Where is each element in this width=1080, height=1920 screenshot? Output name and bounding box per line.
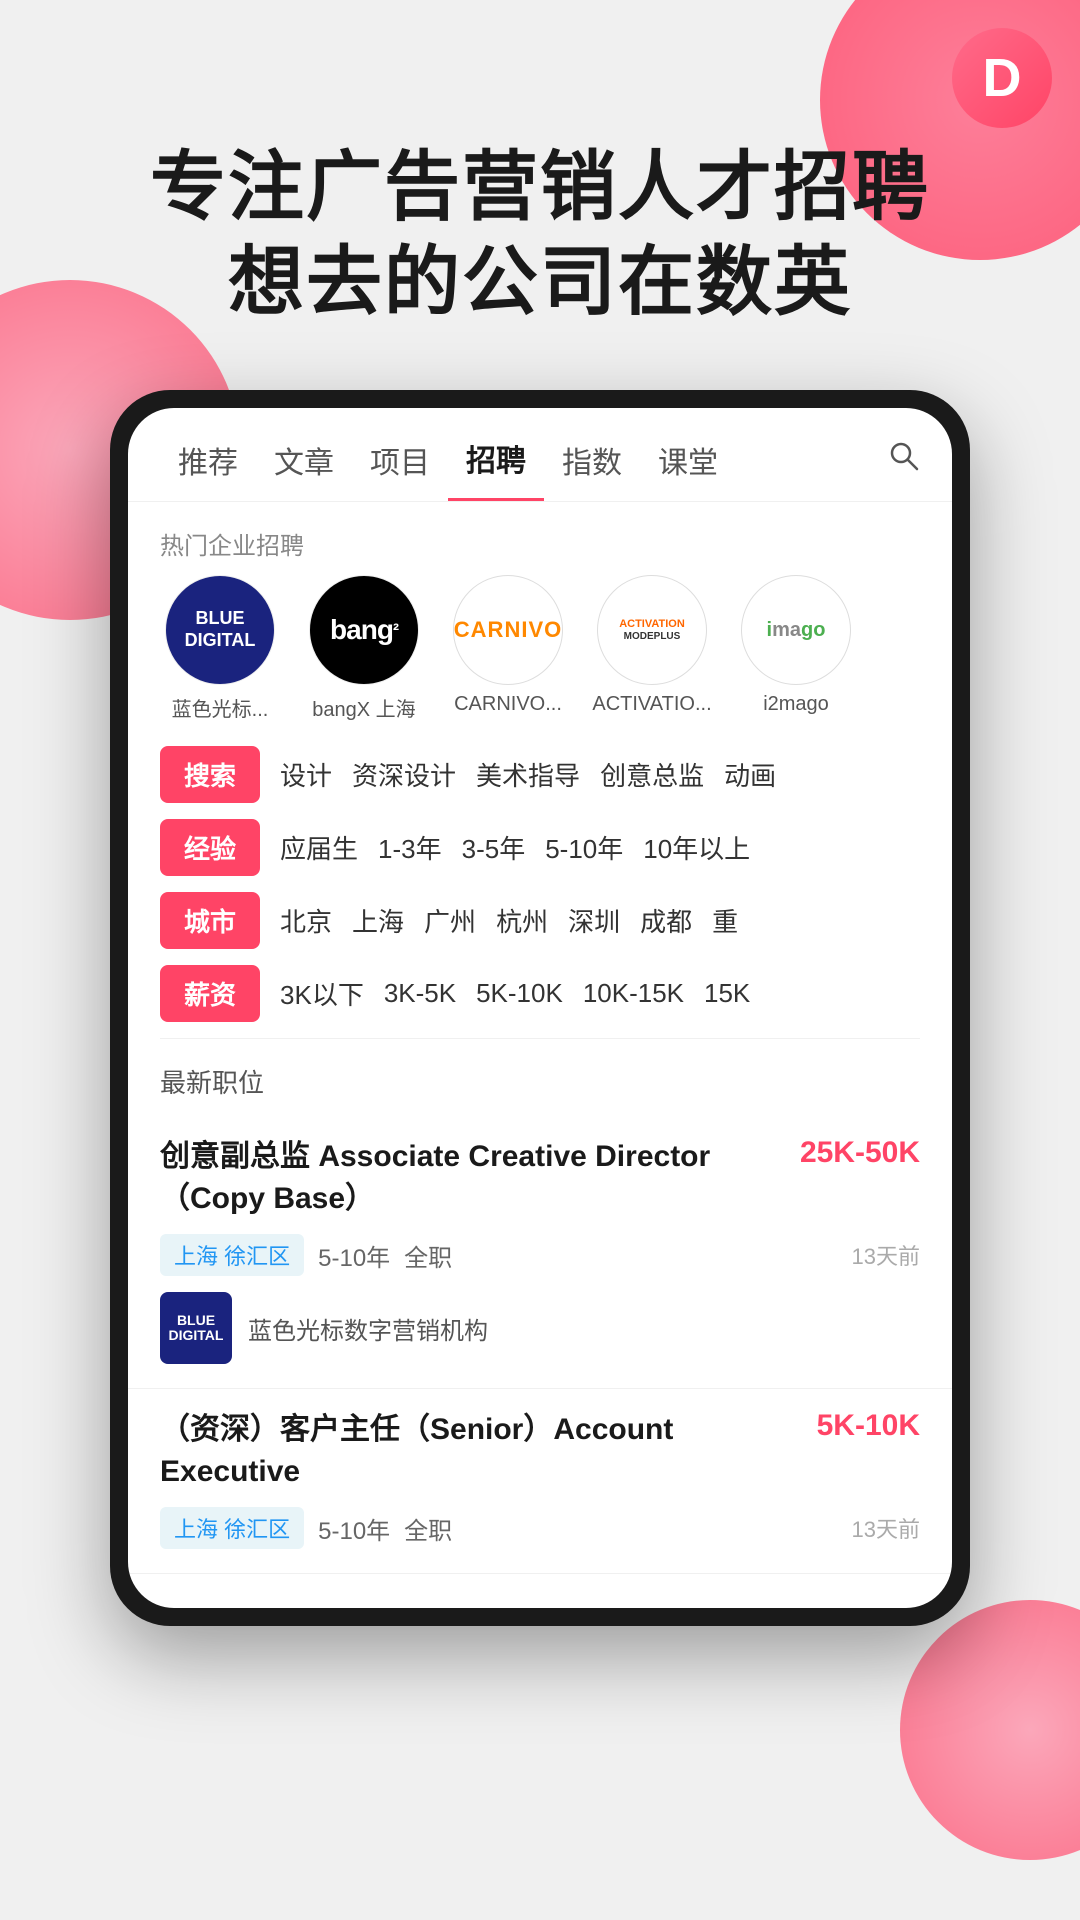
job-title-row-2: （资深）客户主任（Senior）Account Executive 5K-10K — [160, 1409, 920, 1493]
filter-option-shanghai[interactable]: 上海 — [352, 902, 404, 939]
company-logo-small-1: BLUEDIGITAL — [160, 1292, 232, 1364]
job-card-1[interactable]: 创意副总监 Associate Creative Director（Copy B… — [128, 1116, 952, 1389]
company-logo-activation: ACTIVATIONMODEPLUS — [597, 575, 707, 685]
company-logo-i2mago: imago — [741, 575, 851, 685]
filter-option-3k-below[interactable]: 3K以下 — [280, 975, 364, 1012]
job-location-2: 上海 徐汇区 — [160, 1507, 304, 1549]
job-type-2: 全职 — [404, 1511, 452, 1546]
filter-option-chengdu[interactable]: 成都 — [640, 902, 692, 939]
company-name-bangx: bangX 上海 — [312, 693, 415, 722]
company-name-small-1: 蓝色光标数字营销机构 — [248, 1311, 488, 1346]
job-tags-row-2: 上海 徐汇区 5-10年 全职 13天前 — [160, 1507, 920, 1549]
filter-option-5k-10k[interactable]: 5K-10K — [476, 978, 563, 1009]
filter-tag-city[interactable]: 城市 — [160, 892, 260, 949]
job-title-1: 创意副总监 Associate Creative Director（Copy B… — [160, 1136, 788, 1220]
filter-tag-salary[interactable]: 薪资 — [160, 965, 260, 1022]
divider-1 — [160, 1038, 920, 1039]
filter-option-shenzhen[interactable]: 深圳 — [568, 902, 620, 939]
filter-option-5-10y[interactable]: 5-10年 — [545, 829, 623, 866]
filter-option-beijing[interactable]: 北京 — [280, 902, 332, 939]
nav-item-zhishu[interactable]: 指数 — [544, 438, 640, 500]
filter-row-city: 城市 北京 上海 广州 杭州 深圳 成都 重 — [160, 892, 920, 949]
filter-option-fresh[interactable]: 应届生 — [280, 829, 358, 866]
job-tags-row-1: 上海 徐汇区 5-10年 全职 13天前 — [160, 1234, 920, 1276]
job-posted-1: 13天前 — [852, 1239, 920, 1271]
companies-row: BLUEDIGITAL 蓝色光标... bang² bangX 上海 CARNI… — [128, 575, 952, 746]
company-row-1: BLUEDIGITAL 蓝色光标数字营销机构 — [160, 1292, 920, 1364]
job-experience-2: 5-10年 — [318, 1511, 390, 1546]
company-item-activation[interactable]: ACTIVATIONMODEPLUS ACTIVATIO... — [592, 575, 712, 716]
company-name-i2mago: i2mago — [763, 693, 829, 716]
nav-item-zhaopin[interactable]: 招聘 — [448, 436, 544, 501]
hero-section: 专注广告营销人才招聘 想去的公司在数英 — [0, 0, 1080, 330]
filter-section: 搜索 设计 资深设计 美术指导 创意总监 动画 经验 应届生 1-3年 3-5年… — [128, 746, 952, 1022]
company-logo-bangx: bang² — [309, 575, 419, 685]
filter-option-15k-plus[interactable]: 15K — [704, 978, 750, 1009]
phone-screen: 推荐 文章 项目 招聘 指数 课堂 热门企业招聘 — [128, 408, 952, 1608]
company-logo-carnivo: CARNIVO — [453, 575, 563, 685]
filter-option-senior-design[interactable]: 资深设计 — [352, 756, 456, 793]
company-item-blue-digital[interactable]: BLUEDIGITAL 蓝色光标... — [160, 575, 280, 722]
filter-tag-search[interactable]: 搜索 — [160, 746, 260, 803]
filter-option-design[interactable]: 设计 — [280, 756, 332, 793]
company-logo-blue-digital: BLUEDIGITAL — [165, 575, 275, 685]
company-item-i2mago[interactable]: imago i2mago — [736, 575, 856, 716]
nav-item-wenzhang[interactable]: 文章 — [256, 438, 352, 500]
filter-row-salary: 薪资 3K以下 3K-5K 5K-10K 10K-15K 15K — [160, 965, 920, 1022]
job-type-1: 全职 — [404, 1238, 452, 1273]
filter-option-chong[interactable]: 重 — [712, 902, 738, 939]
job-salary-2: 5K-10K — [817, 1409, 920, 1443]
company-name-blue-digital: 蓝色光标... — [172, 693, 269, 722]
job-posted-2: 13天前 — [852, 1512, 920, 1544]
filter-option-3-5y[interactable]: 3-5年 — [462, 829, 526, 866]
filter-option-animation[interactable]: 动画 — [724, 756, 776, 793]
filter-option-1-3y[interactable]: 1-3年 — [378, 829, 442, 866]
job-title-2: （资深）客户主任（Senior）Account Executive — [160, 1409, 805, 1493]
filter-row-search: 搜索 设计 资深设计 美术指导 创意总监 动画 — [160, 746, 920, 803]
filter-option-creative-director[interactable]: 创意总监 — [600, 756, 704, 793]
hero-line1: 专注广告营销人才招聘 — [150, 145, 930, 230]
companies-section-label: 热门企业招聘 — [128, 502, 952, 575]
filter-row-experience: 经验 应届生 1-3年 3-5年 5-10年 10年以上 — [160, 819, 920, 876]
app-logo-letter: D — [983, 51, 1022, 105]
phone-mockup: 推荐 文章 项目 招聘 指数 课堂 热门企业招聘 — [110, 390, 970, 1686]
nav-item-ketang[interactable]: 课堂 — [640, 438, 736, 500]
nav-bar: 推荐 文章 项目 招聘 指数 课堂 — [128, 408, 952, 502]
job-title-row-1: 创意副总监 Associate Creative Director（Copy B… — [160, 1136, 920, 1220]
filter-option-10y-plus[interactable]: 10年以上 — [643, 829, 750, 866]
company-name-carnivo: CARNIVO... — [454, 693, 562, 716]
filter-option-guangzhou[interactable]: 广州 — [424, 902, 476, 939]
nav-item-xiangmu[interactable]: 项目 — [352, 438, 448, 500]
job-card-2[interactable]: （资深）客户主任（Senior）Account Executive 5K-10K… — [128, 1389, 952, 1574]
filter-option-art-director[interactable]: 美术指导 — [476, 756, 580, 793]
filter-option-3k-5k[interactable]: 3K-5K — [384, 978, 456, 1009]
job-location-1: 上海 徐汇区 — [160, 1234, 304, 1276]
company-item-carnivo[interactable]: CARNIVO CARNIVO... — [448, 575, 568, 716]
hero-line2: 想去的公司在数英 — [228, 240, 852, 325]
filter-option-10k-15k[interactable]: 10K-15K — [583, 978, 684, 1009]
hero-title: 专注广告营销人才招聘 想去的公司在数英 — [60, 140, 1020, 330]
job-experience-1: 5-10年 — [318, 1238, 390, 1273]
job-salary-1: 25K-50K — [800, 1136, 920, 1170]
company-item-bangx[interactable]: bang² bangX 上海 — [304, 575, 424, 722]
search-icon[interactable] — [888, 440, 920, 498]
filter-tag-experience[interactable]: 经验 — [160, 819, 260, 876]
phone-outer: 推荐 文章 项目 招聘 指数 课堂 热门企业招聘 — [110, 390, 970, 1626]
latest-jobs-label: 最新职位 — [128, 1055, 952, 1116]
nav-item-tuijian[interactable]: 推荐 — [160, 438, 256, 500]
filter-option-hangzhou[interactable]: 杭州 — [496, 902, 548, 939]
company-name-activation: ACTIVATIO... — [592, 693, 711, 716]
app-logo: D — [952, 28, 1052, 128]
